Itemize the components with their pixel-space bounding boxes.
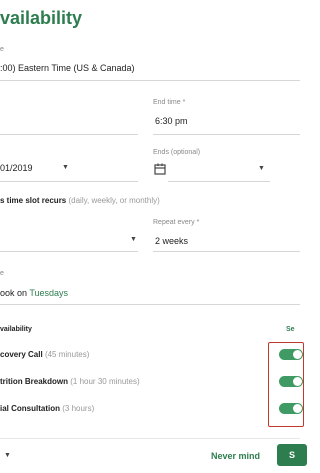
footer-divider [0,438,300,439]
event-type-duration: (3 hours) [62,404,95,413]
toggle-knob [293,350,302,359]
chevron-down-icon[interactable]: ▼ [130,236,137,243]
end-time-label: End time * [153,99,186,106]
ends-underline [168,181,270,182]
weekday-prefix: ook on [0,288,30,298]
event-type-row: covery Call (45 minutes) [0,350,89,359]
repeat-every-label: Repeat every * [153,219,200,226]
timezone-label: e [0,46,4,53]
event-type-name: ial Consultation [0,404,60,413]
chevron-down-icon[interactable]: ▼ [4,452,11,459]
repeat-every-input[interactable]: 2 weeks [155,236,188,246]
start-date-input[interactable]: 01/2019 [0,163,33,173]
recurrence-heading: s time slot recurs (daily, weekly, or mo… [0,196,160,205]
chevron-down-icon[interactable]: ▼ [62,164,69,171]
availability-heading: vailability [0,326,32,333]
event-type-row: trition Breakdown (1 hour 30 minutes) [0,377,140,386]
ends-label: Ends (optional) [153,149,201,156]
frequency-select-underline[interactable] [0,251,138,252]
save-button[interactable]: S [277,444,307,466]
timezone-select[interactable]: :00) Eastern Time (US & Canada) [0,63,135,73]
event-type-name: covery Call [0,350,43,359]
never-mind-button[interactable]: Never mind [211,451,260,461]
event-type-name: trition Breakdown [0,377,69,386]
start-date-underline [0,181,138,182]
weekday-day-link[interactable]: Tuesdays [29,288,68,298]
recurrence-hint: (daily, weekly, or monthly) [68,196,160,205]
weekday-select[interactable]: ook on Tuesdays [0,288,68,298]
event-type-row: ial Consultation (3 hours) [0,404,94,413]
weekday-underline [0,304,300,305]
event-type-duration: (1 hour 30 minutes) [70,377,140,386]
event-type-toggle[interactable] [279,376,303,387]
repeat-every-underline [153,251,300,252]
toggle-knob [293,404,302,413]
end-time-underline [153,134,300,135]
start-time-underline[interactable] [0,134,138,135]
end-time-input[interactable]: 6:30 pm [155,116,188,126]
page-title: vailability [0,8,83,28]
toggle-knob [293,377,302,386]
timezone-underline [0,80,300,81]
event-type-toggle[interactable] [279,403,303,414]
recurrence-heading-text: s time slot recurs [0,196,67,205]
chevron-down-icon[interactable]: ▼ [258,165,265,172]
event-type-duration: (45 minutes) [44,350,90,359]
weekday-label: e [0,270,4,277]
calendar-icon[interactable] [154,162,166,180]
select-all-link[interactable]: Se [286,326,295,333]
event-type-toggle[interactable] [279,349,303,360]
